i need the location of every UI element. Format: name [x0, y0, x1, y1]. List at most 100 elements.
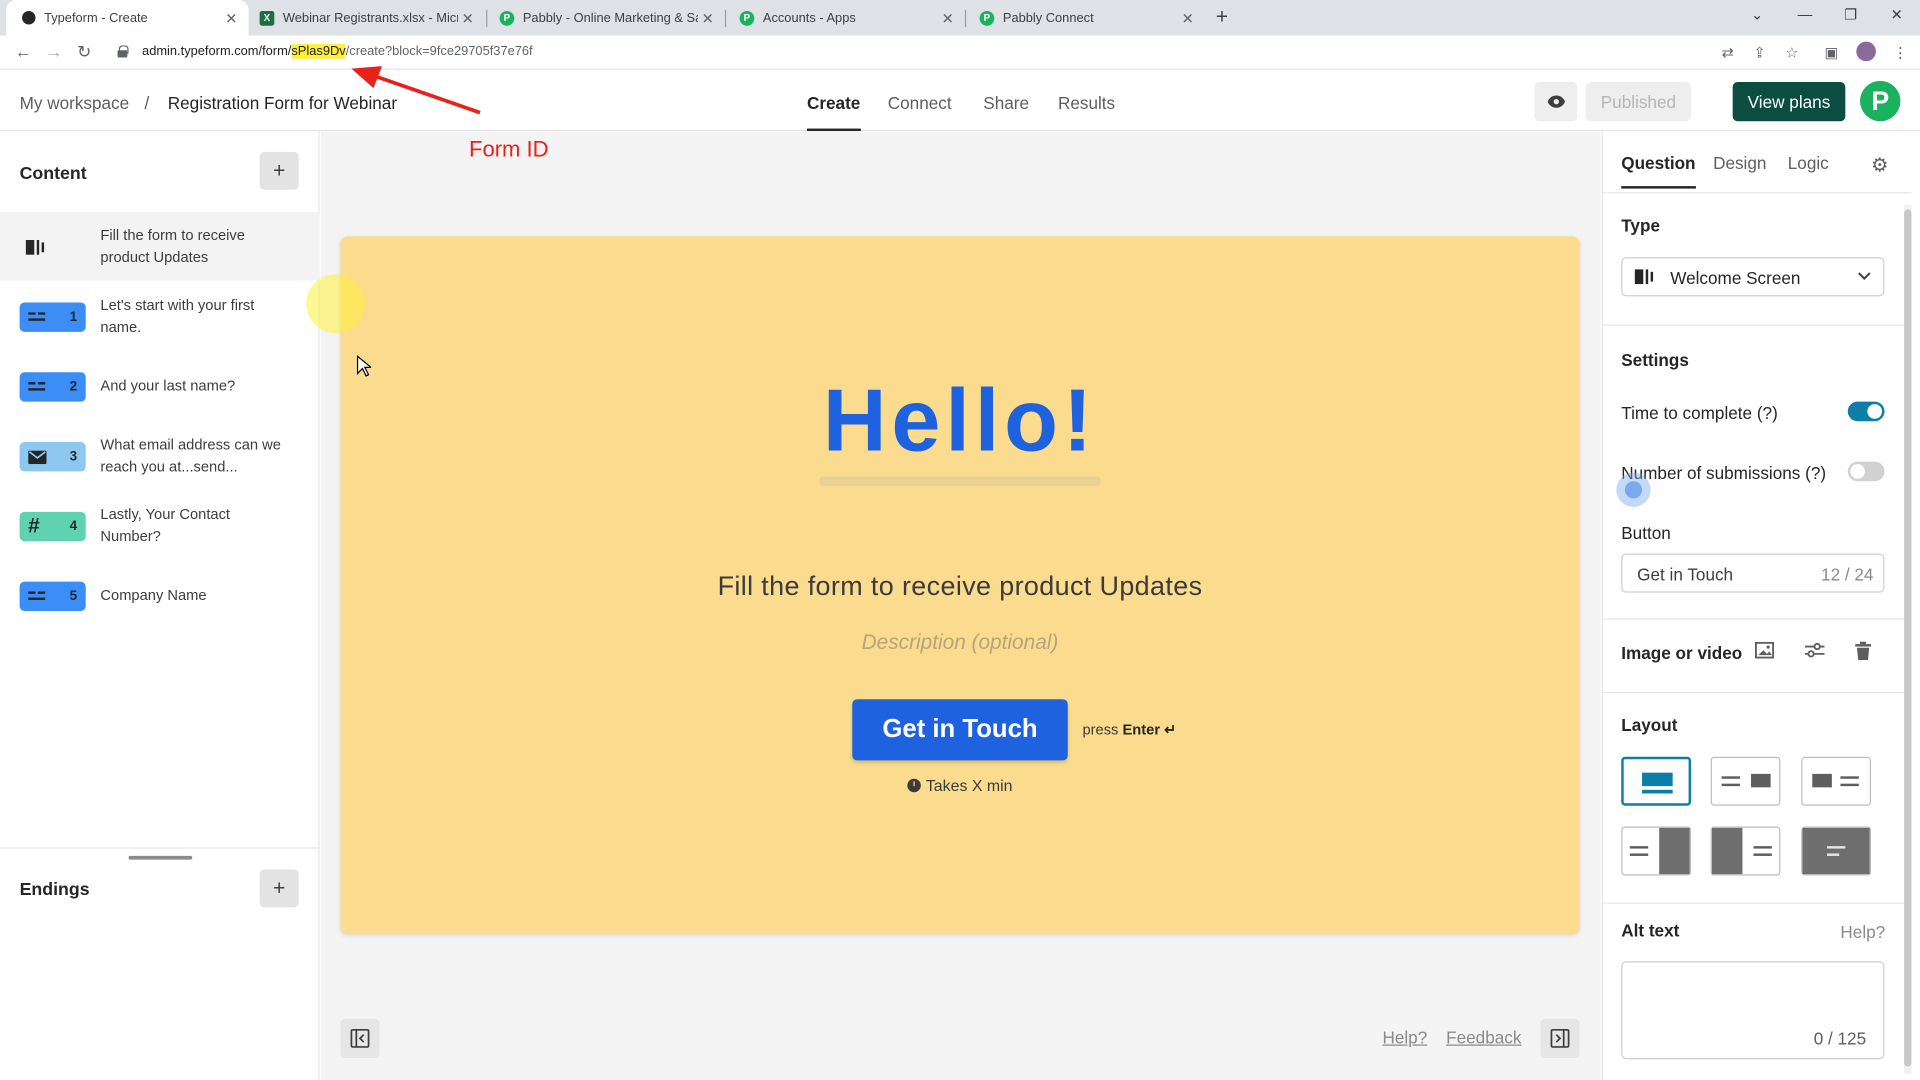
content-panel: Content + Fill the form to receive produ…: [0, 131, 320, 1080]
close-tab-icon[interactable]: ✕: [222, 9, 242, 26]
question-number: 1: [69, 309, 78, 325]
help-link[interactable]: Help?: [1382, 1027, 1427, 1047]
alt-text-input[interactable]: 0 / 125: [1621, 961, 1885, 1060]
translate-icon[interactable]: ⇄: [1722, 44, 1734, 61]
add-ending-button[interactable]: +: [259, 869, 299, 908]
form-title[interactable]: Registration Form for Webinar: [168, 93, 397, 113]
panel-scrollbar-thumb[interactable]: [1904, 209, 1912, 1067]
list-item-q2[interactable]: 2 And your last name?: [0, 351, 320, 420]
tab-title: Pabbly Connect: [1002, 10, 1094, 26]
short-text-icon: 1: [19, 302, 86, 332]
sliders-icon[interactable]: [1804, 642, 1825, 663]
list-item-q3[interactable]: 3 What email address can we reach you at…: [0, 421, 320, 490]
list-item-q1[interactable]: 1 Let's start with your first name.: [0, 282, 320, 351]
menu-kebab-icon[interactable]: ⋮: [1893, 44, 1908, 61]
new-tab-icon[interactable]: +: [1216, 5, 1228, 29]
account-avatar[interactable]: P: [1860, 80, 1901, 122]
url-field[interactable]: admin.typeform.com/form/sPlas9Dv/create?…: [108, 39, 1888, 66]
back-icon[interactable]: ←: [15, 42, 32, 62]
tab-connect[interactable]: Connect: [888, 93, 952, 113]
close-window-icon[interactable]: ✕: [1891, 6, 1903, 23]
layout-option-split-left[interactable]: [1801, 756, 1872, 806]
tab-search-icon[interactable]: ⌄: [1751, 6, 1763, 23]
bookmark-star-icon[interactable]: ☆: [1785, 44, 1798, 61]
layout-option-wallpaper-left[interactable]: [1710, 826, 1781, 876]
browser-tab-typeform[interactable]: Typeform - Create ✕: [6, 0, 249, 36]
browser-tab-pabbly-marketing[interactable]: P Pabbly - Online Marketing & Sal ✕: [485, 0, 725, 36]
tab-design[interactable]: Design: [1713, 153, 1766, 173]
close-tab-icon[interactable]: ✕: [1178, 9, 1198, 26]
preview-button[interactable]: [1534, 82, 1578, 122]
question-number: 5: [69, 588, 78, 604]
description-placeholder[interactable]: Description (optional): [340, 631, 1579, 655]
layout-option-background[interactable]: [1801, 826, 1872, 876]
gear-icon[interactable]: ⚙: [1871, 153, 1889, 177]
number-of-submissions-toggle[interactable]: [1847, 461, 1885, 482]
time-to-complete-toggle[interactable]: [1847, 401, 1885, 422]
settings-label: Settings: [1621, 350, 1689, 370]
time-to-complete-text: Takes X min: [340, 776, 1579, 795]
layout-option-split-right[interactable]: [1710, 756, 1781, 806]
typeform-icon: [21, 10, 36, 25]
form-id-highlight: sPlas9Dv: [291, 44, 346, 59]
type-select[interactable]: Welcome Screen: [1621, 257, 1885, 297]
click-indicator: [1616, 472, 1651, 507]
list-item-q4[interactable]: # 4 Lastly, Your Contact Number?: [0, 491, 320, 560]
pabbly-icon: P: [499, 10, 515, 26]
number-icon: # 4: [19, 511, 86, 542]
tab-create[interactable]: Create: [806, 93, 860, 132]
add-question-button[interactable]: +: [259, 151, 299, 190]
breadcrumb-workspace[interactable]: My workspace: [20, 93, 130, 113]
tab-share[interactable]: Share: [983, 93, 1029, 113]
button-text-input[interactable]: Get in Touch 12 / 24: [1621, 553, 1885, 593]
address-bar-row: ← → ↻ admin.typeform.com/form/sPlas9Dv/c…: [0, 35, 1920, 70]
reload-icon[interactable]: ↻: [77, 42, 91, 63]
tab-logic[interactable]: Logic: [1788, 153, 1829, 173]
collapse-left-panel-button[interactable]: [340, 1018, 380, 1058]
tab-results[interactable]: Results: [1058, 93, 1115, 113]
close-tab-icon[interactable]: ✕: [938, 9, 958, 26]
welcome-screen-card[interactable]: Hello! Fill the form to receive product …: [340, 236, 1580, 935]
hash-icon: #: [28, 514, 40, 538]
heading-underline: [819, 476, 1101, 487]
share-icon[interactable]: ⇪: [1753, 44, 1765, 61]
tab-question[interactable]: Question: [1621, 153, 1696, 189]
image-or-video-label: Image or video: [1621, 642, 1743, 663]
feedback-link[interactable]: Feedback: [1446, 1027, 1521, 1047]
tab-title: Webinar Registrants.xlsx - Micros: [282, 10, 458, 26]
resize-handle[interactable]: [128, 855, 193, 860]
list-item-q5[interactable]: 5 Company Name: [0, 561, 320, 630]
toggle-knob: [1867, 404, 1883, 419]
view-plans-button[interactable]: View plans: [1732, 82, 1846, 122]
side-panel-icon[interactable]: ▣: [1825, 44, 1839, 61]
tab-title: Typeform - Create: [44, 10, 148, 26]
image-icon[interactable]: [1755, 641, 1775, 663]
get-in-touch-button[interactable]: Get in Touch: [852, 699, 1068, 761]
browser-tab-excel[interactable]: X Webinar Registrants.xlsx - Micros ✕: [245, 0, 485, 36]
form-id-annotation: Form ID: [468, 137, 549, 162]
maximize-icon[interactable]: ❐: [1844, 6, 1857, 23]
question-number: 4: [69, 519, 78, 534]
forward-icon[interactable]: →: [45, 42, 62, 62]
content-title: Content: [19, 164, 87, 184]
welcome-heading[interactable]: Hello!: [340, 371, 1579, 471]
alt-text-char-count: 0 / 125: [1813, 1028, 1867, 1049]
browser-tab-accounts[interactable]: P Accounts - Apps ✕: [725, 0, 965, 36]
excel-icon: X: [259, 10, 275, 26]
welcome-title[interactable]: Fill the form to receive product Updates: [340, 571, 1579, 603]
collapse-right-panel-button[interactable]: [1540, 1018, 1580, 1058]
profile-avatar[interactable]: [1856, 41, 1876, 62]
minimize-icon[interactable]: —: [1798, 6, 1813, 23]
trash-icon[interactable]: [1855, 641, 1872, 664]
alt-text-help-link[interactable]: Help?: [1840, 922, 1885, 942]
button-label: Button: [1621, 522, 1671, 543]
short-text-icon: 2: [19, 372, 86, 402]
close-tab-icon[interactable]: ✕: [698, 9, 718, 26]
published-button[interactable]: Published: [1585, 82, 1692, 122]
divider: [1602, 691, 1912, 694]
layout-option-wallpaper-right[interactable]: [1621, 826, 1692, 876]
browser-tab-pabbly-connect[interactable]: P Pabbly Connect ✕: [965, 0, 1205, 36]
list-item-welcome[interactable]: Fill the form to receive product Updates: [0, 211, 320, 281]
layout-option-stack[interactable]: [1621, 756, 1692, 806]
close-tab-icon[interactable]: ✕: [458, 9, 478, 26]
